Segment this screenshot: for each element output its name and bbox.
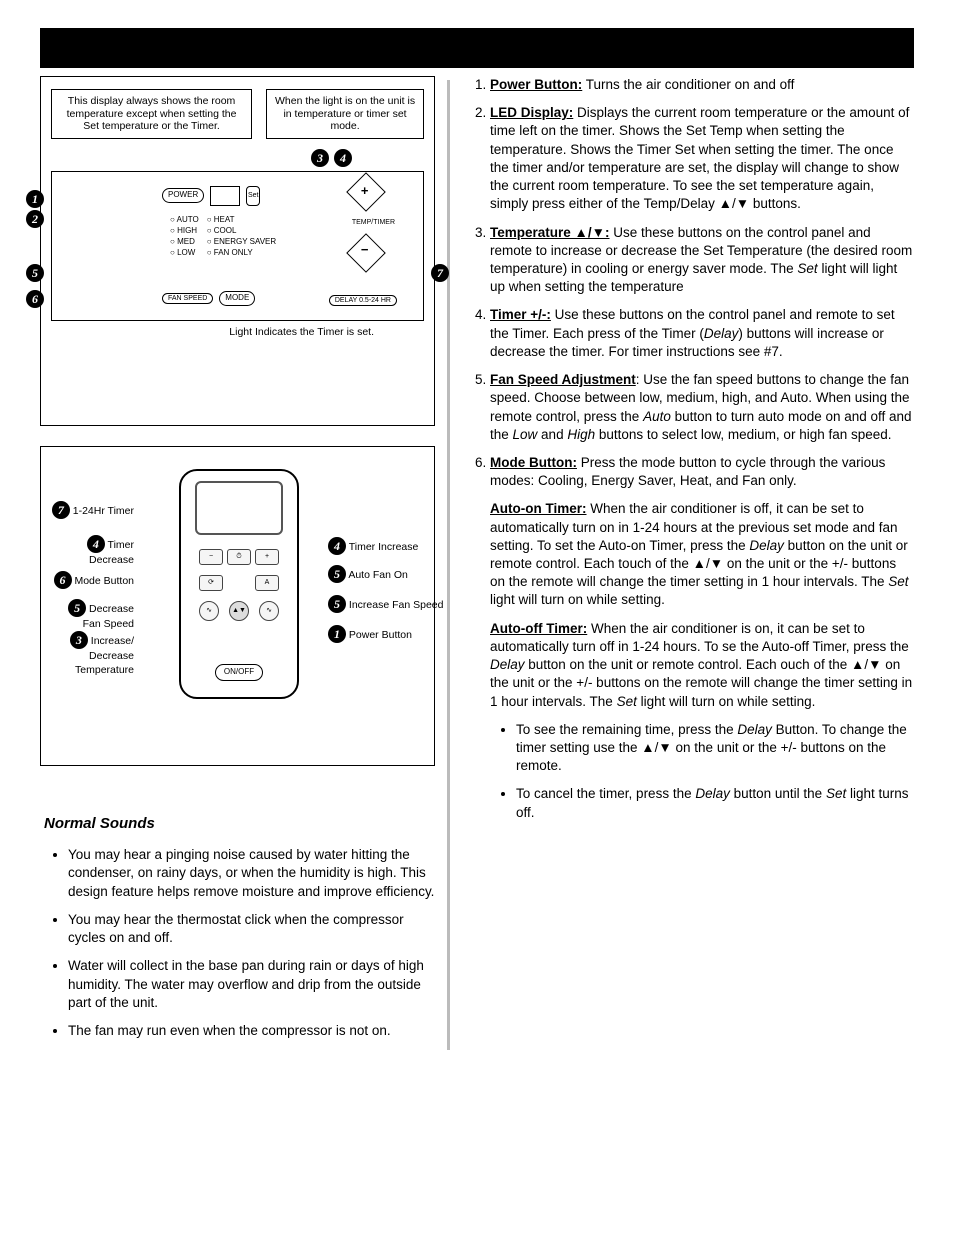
led-auto: AUTO	[170, 214, 199, 225]
badge-5ra-icon: 5	[328, 565, 346, 583]
page: This display always shows the room tempe…	[0, 0, 954, 1084]
badge-1-icon: 1	[26, 190, 44, 208]
control-panel-rect: 1 2 5 6 7 POWER Set +	[51, 171, 424, 321]
label-auto-fan: 5 Auto Fan On	[328, 565, 448, 583]
label-inc-fan: 5 Increase Fan Speed	[328, 595, 448, 613]
list-item: To see the remaining time, press the Del…	[516, 721, 914, 776]
descriptions-list: Power Button: Turns the air conditioner …	[462, 76, 914, 490]
remote-temp-icon: ▲▼	[229, 601, 249, 621]
remote-outline: − ⏱ + ⟳ A ∿ ▲▼	[179, 469, 299, 699]
badge-1r-icon: 1	[328, 625, 346, 643]
remote-autofan-icon: A	[255, 575, 279, 591]
remote-screen-icon	[195, 481, 283, 535]
auto-off-block: Auto-off Timer: When the air conditioner…	[490, 620, 914, 711]
control-panel-figure: This display always shows the room tempe…	[40, 76, 435, 426]
remote-timer-dec-icon: −	[199, 549, 223, 565]
list-item: To cancel the timer, press the Delay but…	[516, 785, 914, 821]
led-heat: HEAT	[207, 214, 276, 225]
remote-timer-icon: ⏱	[227, 549, 251, 565]
temp-timer-label: TEMP/TIMER	[352, 218, 395, 227]
badge-7r-icon: 7	[52, 501, 70, 519]
remote-fan-dec-icon: ∿	[199, 601, 219, 621]
callout-display-note: This display always shows the room tempe…	[51, 89, 252, 139]
label-power: 1 Power Button	[328, 625, 448, 643]
normal-sounds-list: You may hear a pinging noise caused by w…	[40, 846, 435, 1050]
badge-3-icon: 3	[311, 149, 329, 167]
led-display-icon	[210, 186, 240, 206]
desc-item-3: Temperature ▲/▼: Use these buttons on th…	[490, 224, 914, 297]
label-timer-dec: 4 Timer Decrease	[49, 535, 134, 567]
auto-on-block: Auto-on Timer: When the air conditioner …	[490, 500, 914, 609]
mode-button-label: MODE	[219, 291, 255, 306]
badge-5-icon: 5	[26, 264, 44, 282]
led-low: LOW	[170, 247, 199, 258]
badge-2-icon: 2	[26, 210, 44, 228]
badge-6-icon: 6	[26, 290, 44, 308]
badge-5rb-icon: 5	[328, 595, 346, 613]
led-esaver: ENERGY SAVER	[207, 236, 276, 247]
desc-item-6: Mode Button: Press the mode button to cy…	[490, 454, 914, 490]
right-column: Power Button: Turns the air conditioner …	[462, 76, 914, 1054]
header-blackbar	[40, 28, 914, 68]
badge-3r-icon: 3	[70, 631, 88, 649]
led-high: HIGH	[170, 225, 199, 236]
left-column: This display always shows the room tempe…	[40, 76, 435, 1054]
badge-7-icon: 7	[431, 264, 449, 282]
normal-sounds-heading: Normal Sounds	[44, 814, 435, 834]
power-button-label: POWER	[162, 188, 204, 203]
callout-setmode-note: When the light is on the unit is in temp…	[266, 89, 424, 139]
label-timer-inc: 4 Timer Increase	[328, 537, 448, 555]
list-item: Water will collect in the base pan durin…	[68, 957, 435, 1012]
set-indicator: Set	[246, 186, 260, 206]
remote-mode-icon: ⟳	[199, 575, 223, 591]
badge-4l-icon: 4	[87, 535, 105, 553]
timer-notes-list: To see the remaining time, press the Del…	[462, 721, 914, 822]
remote-timer-inc-icon: +	[255, 549, 279, 565]
desc-item-5: Fan Speed Adjustment: Use the fan speed …	[490, 371, 914, 444]
led-med: MED	[170, 236, 199, 247]
badge-5l-icon: 5	[68, 599, 86, 617]
timer-light-note: Light Indicates the Timer is set.	[51, 325, 424, 339]
desc-item-2: LED Display: Displays the current room t…	[490, 104, 914, 213]
remote-figure: 7 1-24Hr Timer 4 Timer Decrease 6 Mode B…	[40, 446, 435, 766]
badge-4r-icon: 4	[328, 537, 346, 555]
led-cool: COOL	[207, 225, 276, 236]
list-item: You may hear a pinging noise caused by w…	[68, 846, 435, 901]
label-mode: 6 Mode Button	[49, 571, 134, 589]
fan-speed-button: FAN SPEED	[162, 293, 213, 304]
list-item: You may hear the thermostat click when t…	[68, 911, 435, 947]
list-item: The fan may run even when the compressor…	[68, 1022, 435, 1040]
desc-item-1: Power Button: Turns the air conditioner …	[490, 76, 914, 94]
desc-item-4: Timer +/-: Use these buttons on the cont…	[490, 306, 914, 361]
remote-fan-inc-icon: ∿	[259, 601, 279, 621]
label-inc-dec-temp: 3 Increase/ Decrease Temperature	[49, 631, 134, 677]
led-fanonly: FAN ONLY	[207, 247, 276, 258]
label-1-24hr: 7 1-24Hr Timer	[49, 501, 134, 519]
badge-6r-icon: 6	[54, 571, 72, 589]
remote-onoff-button: ON/OFF	[215, 664, 263, 681]
label-dec-fan: 5 Decrease Fan Speed	[49, 599, 134, 631]
delay-button-label: DELAY 0.5-24 HR	[329, 295, 397, 306]
badge-4-icon: 4	[334, 149, 352, 167]
